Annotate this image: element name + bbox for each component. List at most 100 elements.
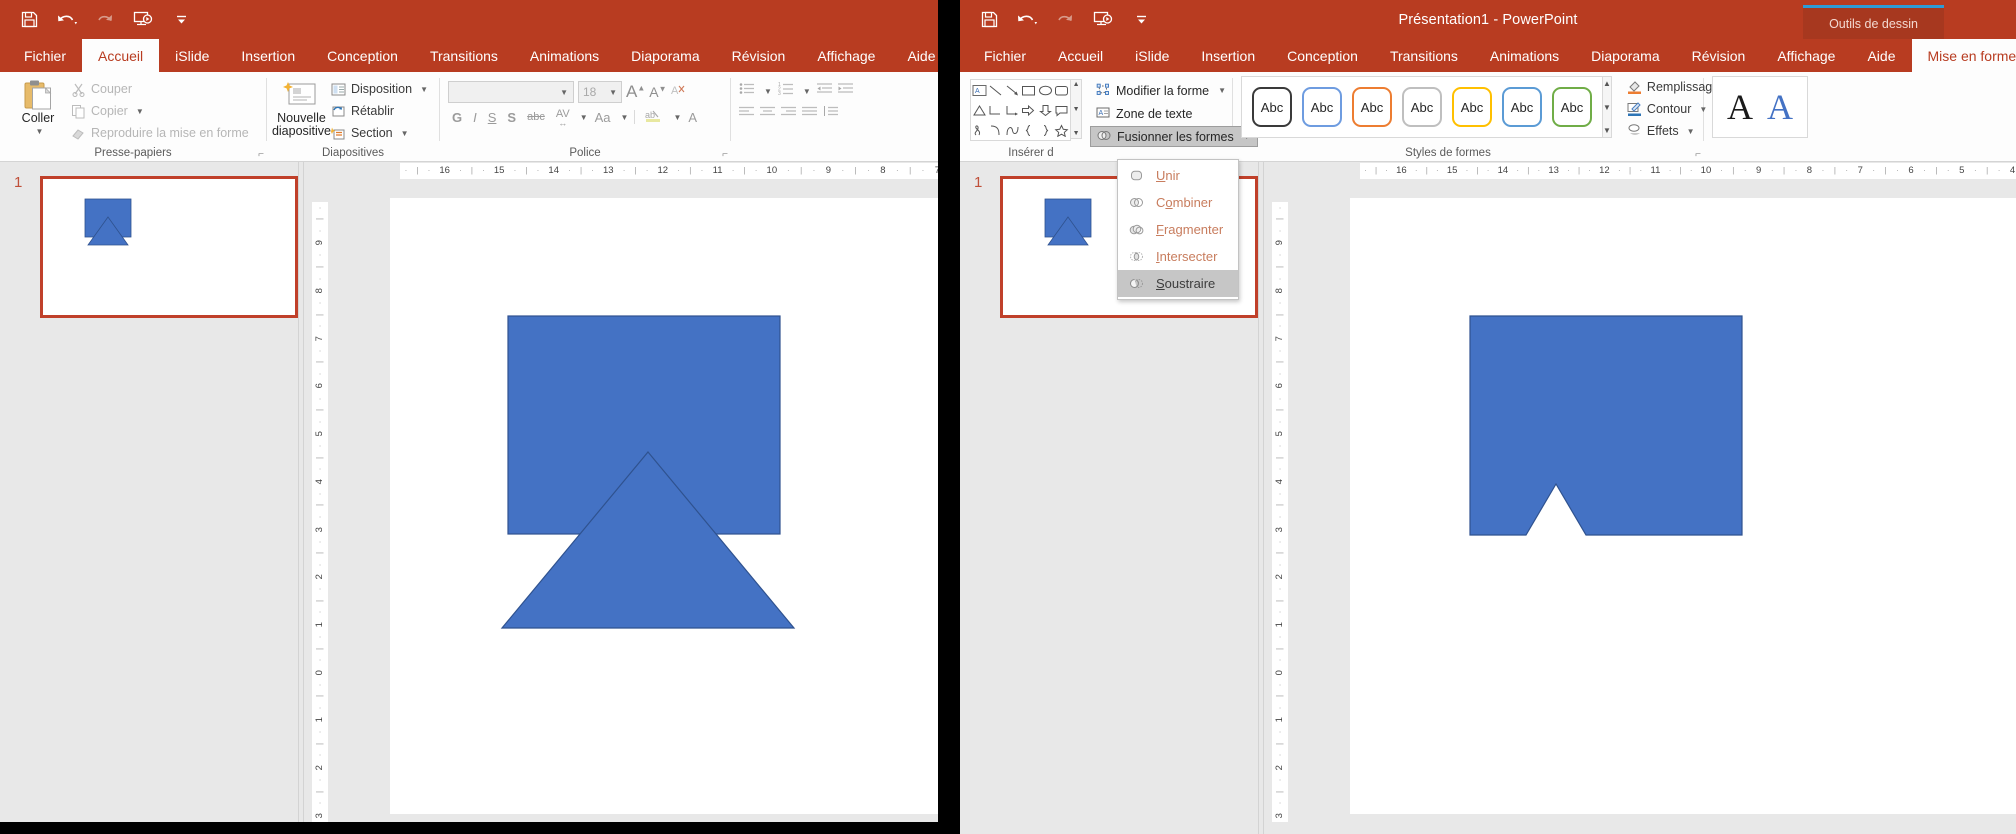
- styles-scroll-down-icon[interactable]: ▼: [1603, 103, 1611, 112]
- clear-formatting-button[interactable]: A: [671, 83, 686, 101]
- increase-indent-button[interactable]: [838, 82, 853, 100]
- vertical-ruler-right[interactable]: ·|·9·|·8·|·7·|·6·|·5·|·4·|·3·|·2·|·1·|·0…: [1264, 180, 1282, 834]
- tab-affichage[interactable]: Affichage: [801, 39, 891, 72]
- font-name-caret-icon[interactable]: ▼: [560, 88, 568, 97]
- curve-icon[interactable]: [1004, 120, 1021, 140]
- underline-button[interactable]: S: [484, 109, 501, 126]
- shape-styles-dialog-launcher-icon[interactable]: ⌐: [1695, 149, 1701, 160]
- tab-insertion[interactable]: Insertion: [1185, 39, 1271, 72]
- tab-islide[interactable]: iSlide: [1119, 39, 1185, 72]
- shape-styles-scroll[interactable]: ▲ ▼ ▼: [1603, 76, 1612, 138]
- styles-expand-icon[interactable]: ▼: [1603, 126, 1611, 135]
- tab-transitions[interactable]: Transitions: [1374, 39, 1474, 72]
- merge-menu-item-fragmenter[interactable]: Fragmenter: [1118, 216, 1238, 243]
- merge-menu-item-soustraire[interactable]: Soustraire: [1118, 270, 1238, 297]
- right-brace-icon[interactable]: [1037, 120, 1054, 140]
- tab-insertion[interactable]: Insertion: [225, 39, 311, 72]
- tab-animations[interactable]: Animations: [1474, 39, 1575, 72]
- section-button[interactable]: Section ▼: [328, 122, 431, 144]
- rectangle-shape-icon[interactable]: [1021, 80, 1038, 100]
- character-spacing-caret-icon[interactable]: ▼: [580, 113, 588, 122]
- merge-menu-item-unir[interactable]: Unir: [1118, 162, 1238, 189]
- tab-animations[interactable]: Animations: [514, 39, 615, 72]
- rounded-rect-shape-icon[interactable]: [1054, 80, 1071, 100]
- bullets-button[interactable]: [739, 82, 755, 100]
- new-slide-button[interactable]: Nouvelle diapositive: [275, 76, 328, 140]
- ellipse-shape-icon[interactable]: [1037, 80, 1054, 100]
- ribbon-tabs-right[interactable]: Fichier Accueil iSlide Insertion Concept…: [960, 39, 2016, 72]
- arrow-shape-icon[interactable]: [1004, 80, 1021, 100]
- customize-qat-icon[interactable]: [170, 9, 192, 31]
- tab-aide[interactable]: Aide: [891, 39, 938, 72]
- numbering-caret-icon[interactable]: ▼: [803, 87, 811, 96]
- shape-style-swatch-4[interactable]: Abc: [1402, 87, 1442, 127]
- tab-revision[interactable]: Révision: [1676, 39, 1762, 72]
- font-dialog-launcher-icon[interactable]: ⌐: [722, 149, 728, 160]
- textbox-shape-icon[interactable]: A: [971, 80, 988, 100]
- ribbon-tabs-left[interactable]: Fichier Accueil iSlide Insertion Concept…: [0, 39, 938, 72]
- slide-canvas-right[interactable]: [1350, 198, 2016, 814]
- reset-button[interactable]: Rétablir: [328, 100, 431, 122]
- tab-diaporama[interactable]: Diaporama: [1575, 39, 1675, 72]
- font-size-input[interactable]: 18 ▼: [578, 81, 622, 103]
- align-center-button[interactable]: [760, 105, 775, 123]
- shape-effects-caret-icon[interactable]: ▼: [1687, 127, 1695, 136]
- edit-shape-caret-icon[interactable]: ▼: [1218, 86, 1226, 95]
- shape-style-swatch-5[interactable]: Abc: [1452, 87, 1492, 127]
- slideshow-icon[interactable]: [132, 9, 154, 31]
- quick-access-toolbar-left[interactable]: [18, 0, 192, 39]
- canvas-shapes-right[interactable]: [1350, 198, 2016, 814]
- shape-style-swatch-2[interactable]: Abc: [1302, 87, 1342, 127]
- wordart-swatch-2[interactable]: A: [1767, 89, 1793, 125]
- tab-aide[interactable]: Aide: [1851, 39, 1911, 72]
- gallery-expand-icon[interactable]: ▼: [1073, 130, 1080, 137]
- tab-transitions[interactable]: Transitions: [414, 39, 514, 72]
- change-case-caret-icon[interactable]: ▼: [621, 113, 629, 122]
- styles-scroll-up-icon[interactable]: ▲: [1603, 79, 1611, 88]
- tab-fichier[interactable]: Fichier: [8, 39, 82, 72]
- layout-caret-icon[interactable]: ▼: [420, 85, 428, 94]
- layout-button[interactable]: Disposition ▼: [328, 78, 431, 100]
- gallery-scroll-down-icon[interactable]: ▼: [1073, 106, 1080, 113]
- text-highlight-button[interactable]: ab: [641, 107, 667, 127]
- numbering-button[interactable]: 123: [778, 82, 794, 100]
- decrease-font-size-button[interactable]: A▼: [649, 84, 666, 100]
- clipboard-dialog-launcher-icon[interactable]: ⌐: [258, 149, 264, 160]
- shapes-gallery-scroll[interactable]: ▲ ▼ ▼: [1071, 79, 1082, 139]
- align-right-button[interactable]: [781, 105, 796, 123]
- arc-icon[interactable]: [988, 120, 1005, 140]
- font-size-caret-icon[interactable]: ▼: [609, 88, 617, 97]
- increase-font-size-button[interactable]: A▲: [626, 82, 645, 102]
- wordart-gallery[interactable]: A A: [1712, 76, 1808, 138]
- tab-affichage[interactable]: Affichage: [1761, 39, 1851, 72]
- vertical-ruler-left[interactable]: ·|·9·|·8·|·7·|·6·|·5·|·4·|·3·|·2·|·1·|·0…: [304, 180, 322, 822]
- shape-styles-gallery[interactable]: Abc Abc Abc Abc Abc Abc Abc: [1241, 76, 1603, 138]
- tab-fichier[interactable]: Fichier: [968, 39, 1042, 72]
- tab-conception[interactable]: Conception: [1271, 39, 1374, 72]
- left-brace-icon[interactable]: [1021, 120, 1038, 140]
- tab-accueil[interactable]: Accueil: [82, 39, 159, 72]
- merge-shapes-dropdown-menu[interactable]: Unir Combiner Fragmenter Intersecter Sou…: [1117, 159, 1239, 300]
- shape-style-swatch-6[interactable]: Abc: [1502, 87, 1542, 127]
- paste-button[interactable]: Coller ▼: [8, 76, 68, 140]
- elbow-connector-icon[interactable]: [988, 100, 1005, 120]
- strikethrough-button[interactable]: abc: [523, 110, 549, 124]
- shape-style-swatch-1[interactable]: Abc: [1252, 87, 1292, 127]
- tab-revision[interactable]: Révision: [716, 39, 802, 72]
- line-spacing-button[interactable]: [823, 105, 838, 123]
- horizontal-ruler-right[interactable]: ·|·16·|·15·|·14·|·13·|·12·|·11·|·10·|·9·…: [1264, 162, 2016, 180]
- undo-icon[interactable]: [56, 9, 78, 31]
- star-shape-icon[interactable]: [1054, 120, 1071, 140]
- slide-thumbnail-pane-left[interactable]: 1: [0, 162, 298, 822]
- down-arrow-shape-icon[interactable]: [1037, 100, 1054, 120]
- character-spacing-button[interactable]: AV ↔: [552, 107, 574, 127]
- align-left-button[interactable]: [739, 105, 754, 123]
- bullets-caret-icon[interactable]: ▼: [764, 87, 772, 96]
- shapes-gallery[interactable]: A: [970, 79, 1071, 141]
- merge-menu-item-intersecter[interactable]: Intersecter: [1118, 243, 1238, 270]
- shape-style-swatch-7[interactable]: Abc: [1552, 87, 1592, 127]
- horizontal-ruler-left[interactable]: ·|·16·|·15·|·14·|·13·|·12·|·11·|·10·|·9·…: [304, 162, 938, 180]
- font-name-input[interactable]: ▼: [448, 81, 574, 103]
- text-highlight-caret-icon[interactable]: ▼: [673, 113, 681, 122]
- right-arrow-shape-icon[interactable]: [1021, 100, 1038, 120]
